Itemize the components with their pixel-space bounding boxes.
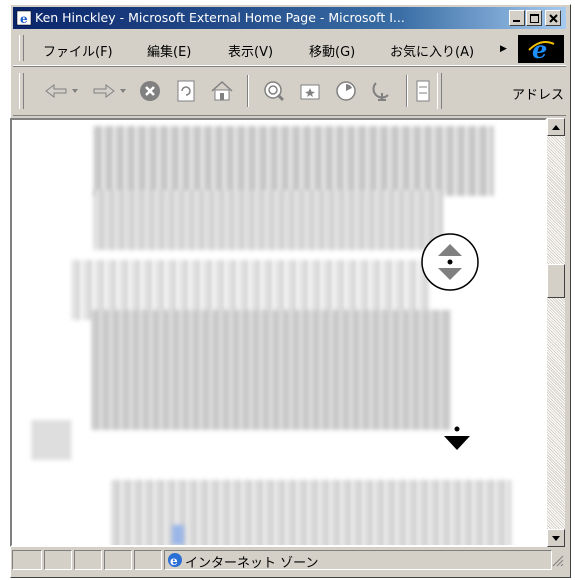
menu-view[interactable]: 表示(V) bbox=[228, 41, 273, 60]
blurred-text-block bbox=[32, 420, 72, 460]
scroll-down-button[interactable] bbox=[547, 529, 565, 547]
forward-button[interactable] bbox=[89, 76, 131, 106]
menu-bar: ファイル(F) 編集(E) 表示(V) 移動(G) お気に入り(A) ▶ e bbox=[13, 31, 566, 66]
refresh-button[interactable] bbox=[171, 76, 201, 106]
maximize-icon bbox=[529, 13, 539, 23]
menu-more-chevron-icon[interactable]: ▶ bbox=[500, 44, 507, 54]
ie-logo: e bbox=[518, 35, 564, 63]
page-content-area[interactable] bbox=[10, 118, 547, 547]
history-icon bbox=[336, 81, 356, 101]
forward-icon bbox=[93, 84, 126, 98]
standard-toolbar: アドレス bbox=[13, 67, 566, 116]
blurred-text-block bbox=[92, 310, 452, 430]
blurred-text-block bbox=[94, 190, 444, 250]
blurred-link-block bbox=[172, 525, 184, 545]
toolbar-grip[interactable] bbox=[19, 73, 24, 109]
blurred-text-block bbox=[94, 126, 494, 196]
status-zone-text: インターネット ゾーン bbox=[185, 556, 319, 571]
channels-icon bbox=[372, 82, 389, 101]
address-label: アドレス bbox=[512, 88, 565, 103]
resize-grip-icon[interactable] bbox=[552, 554, 564, 568]
back-button[interactable] bbox=[41, 76, 83, 106]
minimize-icon bbox=[513, 20, 520, 22]
minimize-button[interactable] bbox=[509, 10, 525, 26]
address-grip[interactable] bbox=[437, 73, 442, 109]
home-icon bbox=[211, 80, 233, 101]
menu-favorites[interactable]: お気に入り(A) bbox=[390, 41, 474, 60]
close-button[interactable] bbox=[545, 10, 561, 26]
status-panel bbox=[104, 550, 132, 570]
ie-logo-icon: e bbox=[528, 36, 555, 62]
svg-text:e: e bbox=[20, 12, 28, 26]
close-icon bbox=[548, 13, 558, 23]
stop-button[interactable] bbox=[135, 76, 165, 106]
status-panel bbox=[44, 550, 72, 570]
window-title: Ken Hinckley - Microsoft External Home P… bbox=[35, 10, 405, 25]
vertical-scrollbar[interactable] bbox=[547, 118, 565, 547]
search-icon bbox=[264, 81, 285, 102]
scroll-thumb[interactable] bbox=[547, 264, 565, 298]
menu-file[interactable]: ファイル(F) bbox=[43, 41, 113, 60]
search-button[interactable] bbox=[259, 76, 289, 106]
status-panel bbox=[74, 550, 102, 570]
menu-go[interactable]: 移動(G) bbox=[309, 41, 355, 60]
arrow-up-icon bbox=[552, 124, 560, 130]
menu-edit[interactable]: 編集(E) bbox=[147, 41, 191, 60]
scroll-up-button[interactable] bbox=[547, 118, 565, 136]
svg-text:e: e bbox=[532, 36, 547, 62]
stop-icon bbox=[140, 81, 160, 101]
history-button[interactable] bbox=[331, 76, 361, 106]
channels-button[interactable] bbox=[367, 76, 397, 106]
svg-text:e: e bbox=[170, 554, 178, 568]
status-bar: e インターネット ゾーン bbox=[12, 549, 565, 571]
autoscroll-down-cursor-icon bbox=[444, 426, 470, 450]
favorites-button[interactable] bbox=[295, 76, 325, 106]
fullscreen-icon bbox=[416, 80, 430, 102]
status-panel bbox=[134, 550, 162, 570]
autoscroll-origin-icon bbox=[421, 233, 479, 291]
menu-grip[interactable] bbox=[19, 35, 24, 61]
status-zone-panel: e インターネット ゾーン bbox=[164, 550, 552, 571]
refresh-icon bbox=[177, 80, 195, 102]
ie-page-icon: e bbox=[16, 10, 32, 26]
toolbar-separator bbox=[247, 75, 249, 107]
internet-zone-icon: e bbox=[168, 553, 182, 568]
title-bar[interactable]: e Ken Hinckley - Microsoft External Home… bbox=[13, 7, 566, 29]
maximize-button[interactable] bbox=[526, 10, 542, 26]
toolbar-separator-2 bbox=[406, 75, 408, 107]
fullscreen-button[interactable] bbox=[413, 76, 433, 106]
status-panel bbox=[12, 550, 42, 570]
back-icon bbox=[45, 84, 78, 98]
home-button[interactable] bbox=[207, 76, 237, 106]
favorites-icon bbox=[300, 84, 320, 100]
arrow-down-icon bbox=[552, 535, 560, 541]
